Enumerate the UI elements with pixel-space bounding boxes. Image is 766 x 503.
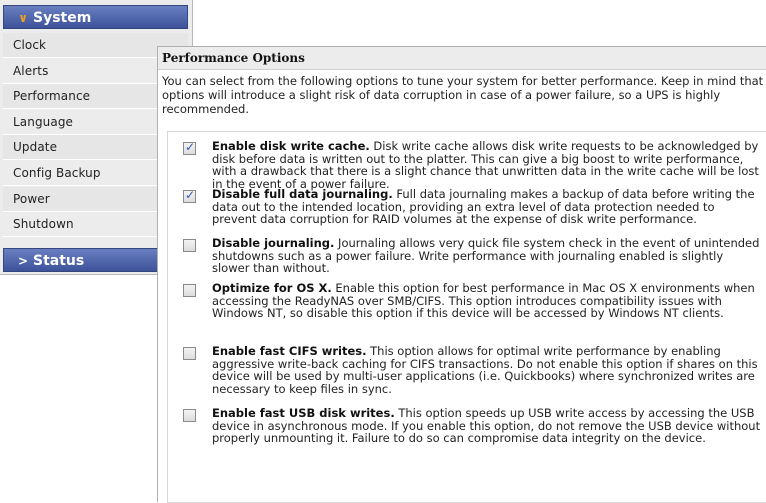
options-list: Enable disk write cache. Disk write cach… — [167, 131, 766, 503]
option-text: Enable fast CIFS writes. This option all… — [212, 345, 762, 395]
option-checkbox[interactable] — [183, 284, 196, 297]
option-checkbox[interactable] — [183, 239, 196, 252]
option-text: Enable fast USB disk writes. This option… — [212, 407, 762, 445]
performance-panel: Performance Options You can select from … — [157, 46, 766, 503]
option-checkbox[interactable] — [183, 140, 196, 155]
chevron-right-icon: > — [17, 254, 28, 268]
option-checkbox[interactable] — [183, 188, 196, 203]
option-checkbox[interactable] — [183, 347, 196, 360]
intro-text: You can select from the following option… — [162, 74, 766, 116]
nav-status-label: Status — [33, 253, 85, 269]
option-text: Disable journaling. Journaling allows ve… — [212, 237, 762, 275]
panel-title: Performance Options — [158, 47, 766, 70]
nav-system-header[interactable]: ∨ System — [3, 5, 188, 29]
option-text: Enable disk write cache. Disk write cach… — [212, 140, 762, 190]
option-checkbox[interactable] — [183, 409, 196, 422]
option-text: Optimize for OS X. Enable this option fo… — [212, 282, 762, 320]
nav-system-label: System — [33, 10, 92, 26]
chevron-down-icon: ∨ — [18, 11, 28, 25]
option-text: Disable full data journaling. Full data … — [212, 188, 762, 226]
